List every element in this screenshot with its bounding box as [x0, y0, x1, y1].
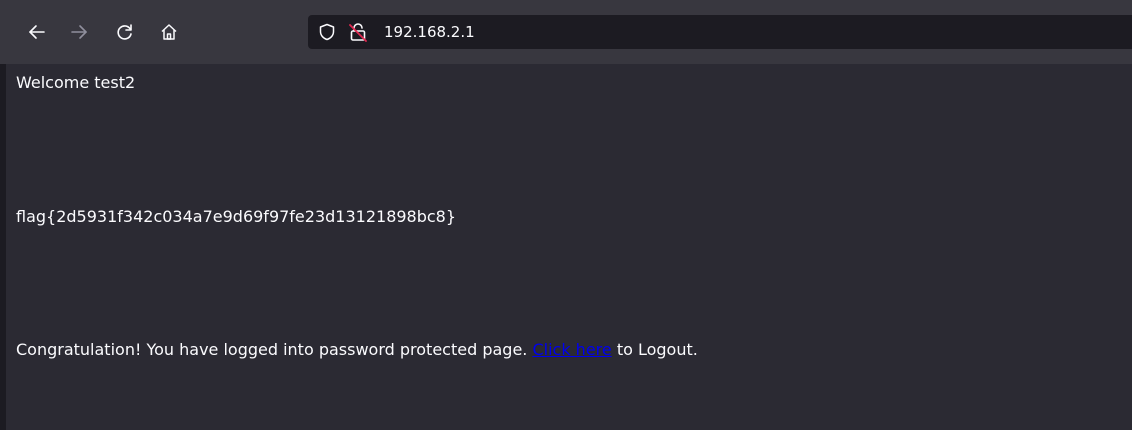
home-icon [161, 24, 177, 40]
reload-button[interactable] [111, 18, 139, 46]
home-button[interactable] [155, 18, 183, 46]
shield-icon[interactable] [318, 23, 336, 41]
browser-toolbar: 192.168.2.1 [0, 0, 1132, 64]
back-arrow-icon [29, 25, 45, 39]
flag-text: flag{2d5931f342c034a7e9d69f97fe23d131218… [16, 207, 457, 226]
congrats-prefix: Congratulation! You have logged into pas… [16, 340, 528, 359]
welcome-text: Welcome test2 [16, 73, 136, 92]
insecure-lock-icon[interactable] [348, 22, 368, 42]
forward-arrow-icon [71, 25, 87, 39]
back-button[interactable] [23, 18, 51, 46]
logout-link[interactable]: Click here [532, 340, 611, 359]
congrats-suffix: to Logout. [616, 340, 698, 359]
reload-icon [117, 24, 132, 40]
congrats-message: Congratulation! You have logged into pas… [16, 340, 698, 359]
url-text[interactable]: 192.168.2.1 [384, 23, 475, 41]
page-content: Welcome test2 flag{2d5931f342c034a7e9d69… [0, 64, 1132, 430]
url-bar[interactable]: 192.168.2.1 [308, 15, 1132, 49]
forward-button[interactable] [65, 18, 93, 46]
